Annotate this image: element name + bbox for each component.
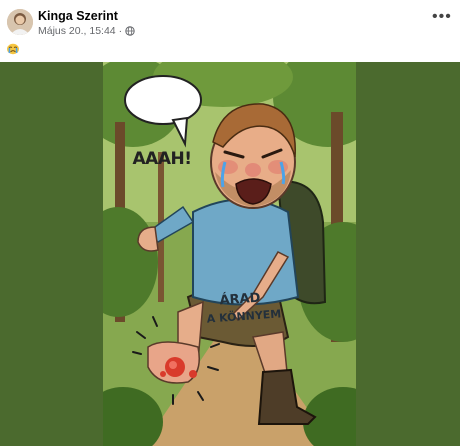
facebook-post: Kinga Szerint Május 20., 15:44 · ••• AAA… xyxy=(0,0,460,446)
meta-separator: · xyxy=(118,25,123,37)
author-name[interactable]: Kinga Szerint xyxy=(38,9,118,23)
post-timestamp[interactable]: Május 20., 15:44 xyxy=(38,25,116,37)
avatar-photo xyxy=(7,9,33,35)
author-avatar[interactable] xyxy=(7,9,33,35)
illustration-drawing xyxy=(103,62,356,446)
globe-icon[interactable] xyxy=(125,26,135,36)
crying-face-emoji xyxy=(7,43,19,55)
speech-bubble-text: AAAH! xyxy=(132,149,192,169)
post-image-area[interactable]: AAAH! ÁRAD A KÖNNYEM xyxy=(0,62,460,446)
cartoon-illustration xyxy=(103,62,356,446)
more-options-icon[interactable]: ••• xyxy=(432,9,451,26)
post-meta: Május 20., 15:44 · xyxy=(38,25,135,37)
post-header: Kinga Szerint Május 20., 15:44 · ••• xyxy=(0,0,460,42)
